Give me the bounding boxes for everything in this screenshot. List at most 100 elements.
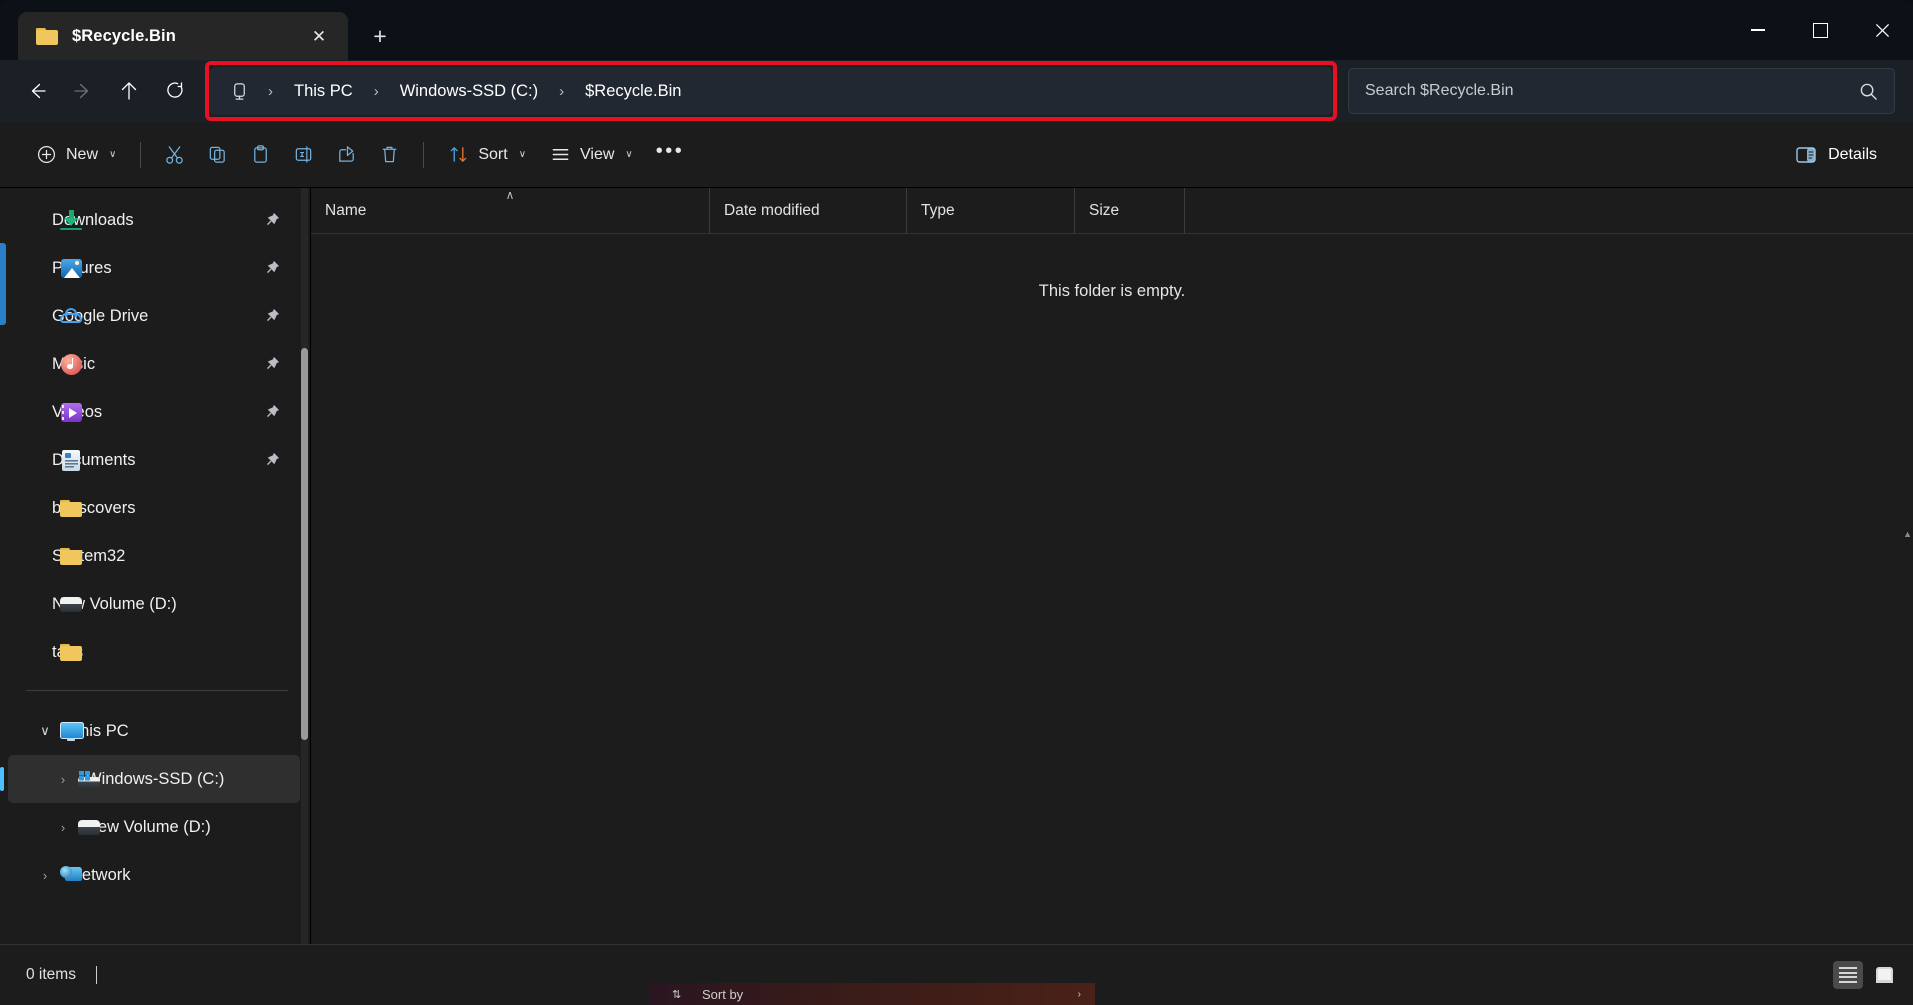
back-button[interactable] [14, 69, 60, 113]
details-pane-button[interactable]: Details [1781, 134, 1891, 176]
window-controls [1727, 0, 1913, 60]
sidebar-item-network[interactable]: › Network [8, 851, 300, 899]
sidebar-item-windows-ssd-c[interactable]: › Windows-SSD (C:) [8, 755, 300, 803]
breadcrumb-item-windows-ssd[interactable]: Windows-SSD (C:) [393, 77, 545, 106]
sidebar-item-new-volume-d-tree[interactable]: › New Volume (D:) [8, 803, 300, 851]
up-button[interactable] [106, 69, 152, 113]
view-button[interactable]: View ∨ [538, 134, 645, 176]
close-icon [1875, 23, 1890, 38]
view-button-label: View [580, 146, 614, 164]
sidebar-item-this-pc[interactable]: ∨ This PC [8, 707, 300, 755]
sidebar-item-downloads[interactable]: Downloads [8, 196, 300, 244]
large-icons-view-button[interactable] [1869, 961, 1899, 989]
breadcrumb-separator: › [547, 83, 576, 100]
close-button[interactable] [1851, 0, 1913, 60]
pin-icon[interactable] [264, 355, 282, 373]
sidebar-item-music[interactable]: Music [8, 340, 300, 388]
column-header-type[interactable]: Type [907, 188, 1075, 234]
sidebar-item-tabs[interactable]: tabs [8, 628, 300, 676]
share-button[interactable] [325, 134, 368, 176]
forward-button[interactable] [60, 69, 106, 113]
pin-icon[interactable] [264, 259, 282, 277]
chevron-right-icon[interactable]: › [52, 816, 74, 838]
more-options-button[interactable]: ••• [645, 134, 696, 176]
pin-icon[interactable] [264, 451, 282, 469]
tab-close-icon[interactable]: ✕ [304, 21, 334, 51]
chevron-down-icon: ∨ [519, 149, 526, 160]
new-tab-button[interactable]: + [360, 16, 400, 56]
sidebar-item-google-drive[interactable]: Google Drive [8, 292, 300, 340]
scroll-up-icon[interactable]: ▲ [1903, 529, 1912, 539]
pin-icon[interactable] [264, 211, 282, 229]
search-input[interactable] [1365, 82, 1859, 100]
background-context-menu-sortby[interactable]: ⇅ Sort by › [650, 983, 1095, 1005]
chevron-right-icon: › [1078, 989, 1081, 1000]
sidebar-item-pictures[interactable]: Pictures [8, 244, 300, 292]
breadcrumb-separator: › [256, 83, 285, 100]
cut-button[interactable] [153, 134, 196, 176]
rename-icon [293, 144, 314, 165]
details-pane-label: Details [1828, 146, 1877, 164]
breadcrumb-item-recycle-bin[interactable]: $Recycle.Bin [578, 77, 688, 106]
chevron-down-icon[interactable]: ∨ [34, 720, 56, 742]
refresh-button[interactable] [152, 69, 198, 113]
search-box[interactable] [1348, 68, 1895, 114]
sidebar-item-documents[interactable]: Documents [8, 436, 300, 484]
content-scrollbar[interactable]: ▲ [1903, 234, 1913, 944]
tab-title: $Recycle.Bin [72, 27, 290, 46]
breadcrumb-separator: › [362, 83, 391, 100]
this-pc-icon[interactable] [224, 82, 254, 101]
sidebar-item-videos[interactable]: Videos [8, 388, 300, 436]
ellipsis-icon: ••• [656, 141, 685, 168]
explorer-body: Downloads Pictures Google Drive Music [0, 188, 1913, 944]
toolbar-divider [140, 142, 141, 168]
breadcrumb[interactable]: › This PC › Windows-SSD (C:) › $Recycle.… [210, 67, 1332, 115]
rename-button[interactable] [282, 134, 325, 176]
delete-button[interactable] [368, 134, 411, 176]
breadcrumb-item-this-pc[interactable]: This PC [287, 77, 360, 106]
pin-icon[interactable] [264, 307, 282, 325]
folder-icon [60, 545, 82, 567]
search-icon[interactable] [1859, 82, 1878, 101]
status-divider [96, 966, 97, 984]
column-header-name[interactable]: ∧ Name [311, 188, 710, 234]
new-button[interactable]: New ∨ [24, 134, 128, 176]
chevron-right-icon[interactable]: › [34, 864, 56, 886]
sort-button-label: Sort [478, 146, 507, 164]
chevron-down-icon: ∨ [625, 149, 632, 160]
details-view-button[interactable] [1833, 961, 1863, 989]
sidebar-item-new-volume-d[interactable]: New Volume (D:) [8, 580, 300, 628]
download-icon [60, 209, 82, 231]
drive-icon [78, 816, 100, 838]
copy-icon [207, 144, 228, 165]
navigation-pane: Downloads Pictures Google Drive Music [0, 188, 310, 944]
sidebar-item-basscovers[interactable]: basscovers [8, 484, 300, 532]
view-icon [550, 144, 571, 165]
chevron-right-icon[interactable]: › [52, 768, 74, 790]
folder-icon [36, 27, 58, 45]
toolbar-divider [423, 142, 424, 168]
file-explorer-window: $Recycle.Bin ✕ + [0, 0, 1913, 1005]
content-pane: ∧ Name Date modified Type Size This fold… [310, 188, 1913, 944]
pin-icon[interactable] [264, 403, 282, 421]
paste-button[interactable] [239, 134, 282, 176]
column-header-date-modified[interactable]: Date modified [710, 188, 907, 234]
minimize-button[interactable] [1727, 0, 1789, 60]
sort-button[interactable]: Sort ∨ [436, 134, 538, 176]
paste-icon [250, 144, 271, 165]
sidebar-item-system32[interactable]: System32 [8, 532, 300, 580]
copy-button[interactable] [196, 134, 239, 176]
pictures-icon [60, 257, 82, 279]
column-header-size[interactable]: Size [1075, 188, 1185, 234]
arrow-left-icon [27, 81, 47, 101]
scissors-icon [164, 144, 185, 165]
computer-icon [60, 720, 82, 742]
sidebar-item-label: New Volume (D:) [86, 818, 211, 837]
sidebar-scrollbar-thumb[interactable] [301, 348, 308, 740]
tab-recycle-bin[interactable]: $Recycle.Bin ✕ [18, 12, 348, 60]
windows-drive-icon [78, 768, 100, 790]
maximize-button[interactable] [1789, 0, 1851, 60]
large-icons-view-icon [1876, 967, 1893, 983]
file-list[interactable]: This folder is empty. ▲ [311, 234, 1913, 944]
arrow-right-icon [73, 81, 93, 101]
